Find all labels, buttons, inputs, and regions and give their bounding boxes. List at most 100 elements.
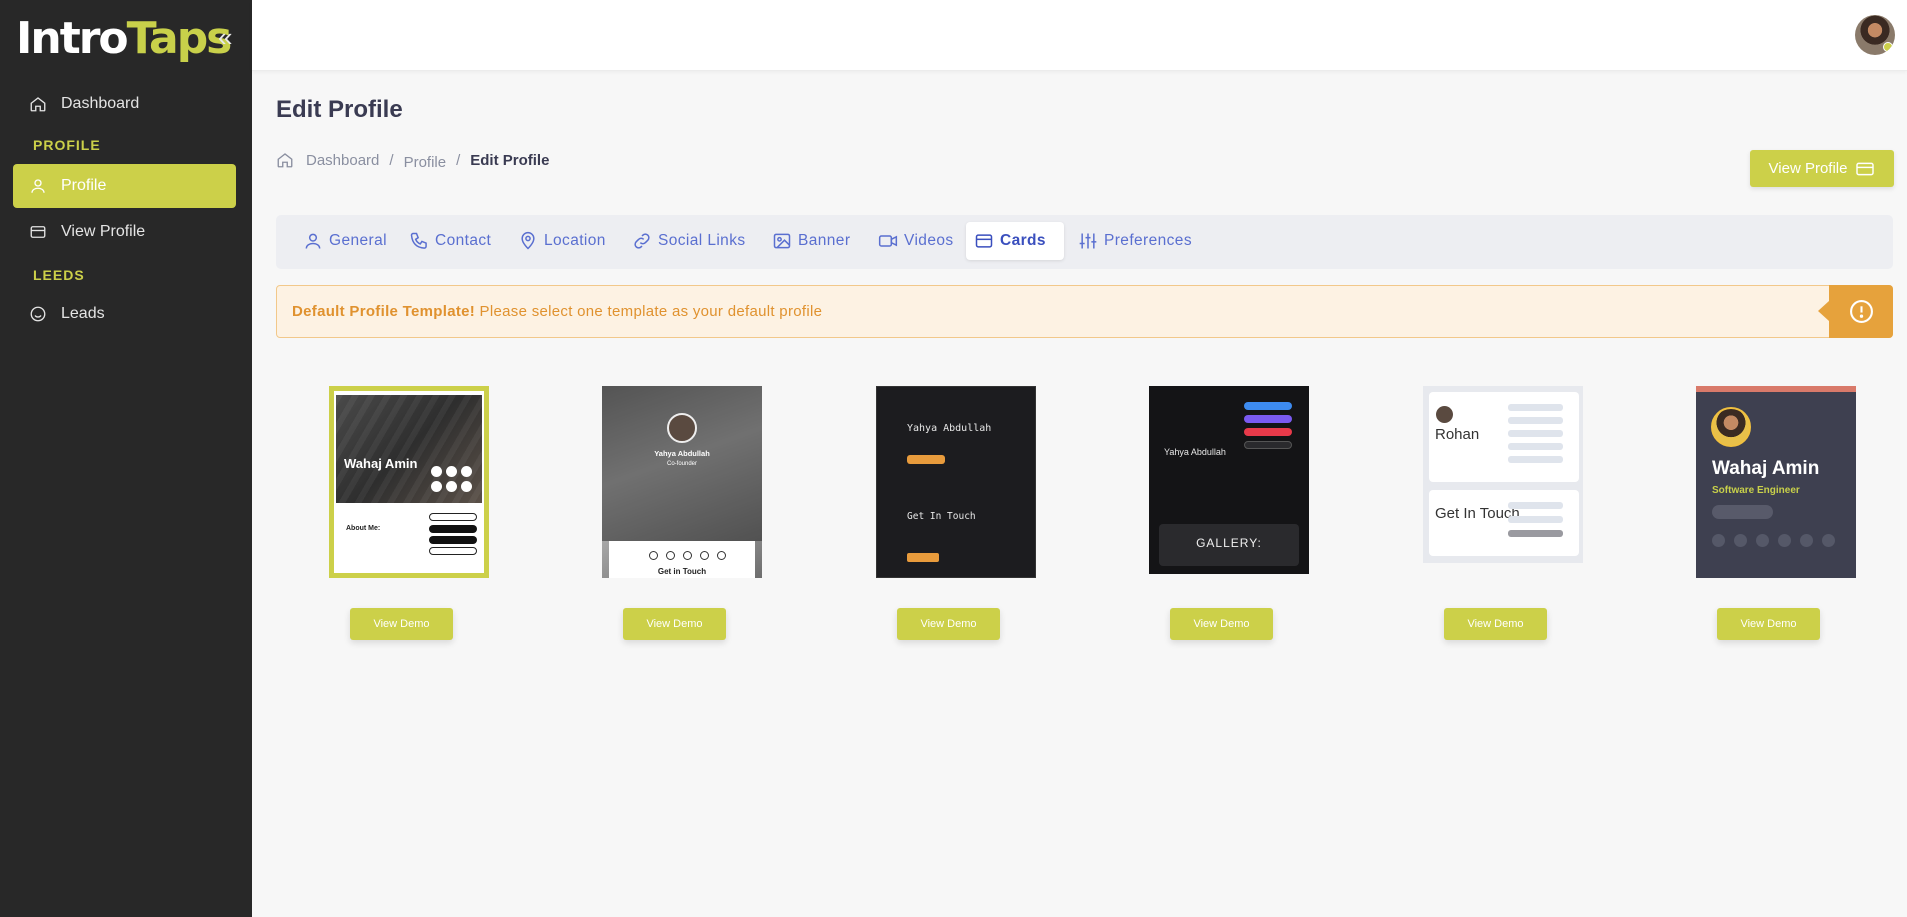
template-panel [1429, 490, 1579, 556]
template-button [907, 553, 939, 562]
alert-text: Default Profile Template! Please select … [292, 303, 822, 320]
card-icon [975, 234, 993, 248]
template-footer-text: Get In Touch [907, 511, 976, 522]
social-icon [461, 466, 472, 477]
template-pill [429, 547, 477, 555]
social-icon [1712, 534, 1725, 547]
alert-message: Please select one template as your defau… [475, 303, 823, 320]
tab-label: Banner [798, 232, 851, 249]
social-icon [1734, 534, 1747, 547]
social-icon [446, 466, 457, 477]
profile-tabs: General Contact Location Social Links Ba… [276, 215, 1893, 269]
template-name: Yahya Abdullah [907, 423, 992, 434]
template-thumbnail-4[interactable]: Yahya Abdullah GALLERY: [1149, 386, 1309, 574]
template-thumbnail-5[interactable]: Rohan Get In Touch [1423, 386, 1583, 563]
template-thumbnail-6[interactable]: Wahaj Amin Software Engineer [1696, 386, 1856, 578]
sidebar-item-label: Dashboard [61, 95, 140, 112]
template-thumbnail-3[interactable]: Yahya Abdullah Get In Touch [876, 386, 1036, 578]
tab-contact[interactable]: Contact [401, 222, 499, 260]
view-demo-button-5[interactable]: View Demo [1444, 608, 1547, 640]
tab-label: Social Links [658, 232, 746, 249]
template-tag [907, 455, 945, 464]
template-link-bar [1244, 441, 1292, 449]
tab-label: Contact [435, 232, 492, 249]
social-icon [1756, 534, 1769, 547]
tab-preferences[interactable]: Preferences [1070, 222, 1200, 260]
breadcrumb: Dashboard / Profile / Edit Profile [276, 151, 549, 171]
sidebar-section-profile: PROFILE [33, 137, 101, 153]
view-profile-button[interactable]: View Profile [1750, 150, 1894, 187]
logo-intro: Intro [16, 13, 129, 64]
tab-label: Preferences [1104, 232, 1192, 249]
default-template-alert: Default Profile Template! Please select … [276, 285, 1893, 338]
tab-label: Location [544, 232, 606, 249]
tab-general[interactable]: General [295, 222, 395, 260]
sidebar-item-dashboard[interactable]: Dashboard [13, 82, 236, 126]
link-icon [634, 233, 650, 249]
sidebar-item-profile[interactable]: Profile [13, 164, 236, 208]
social-icon [1778, 534, 1791, 547]
template-about-heading: About Me: [346, 525, 381, 532]
breadcrumb-separator: / [456, 151, 461, 169]
view-demo-button-3[interactable]: View Demo [897, 608, 1000, 640]
breadcrumb-separator: / [389, 151, 394, 169]
template-thumbnail-2[interactable]: Yahya Abdullah Co-founder Get in Touch [602, 386, 762, 578]
template-role: Software Engineer [1712, 485, 1800, 496]
tab-videos[interactable]: Videos [870, 222, 962, 260]
social-icon [700, 551, 709, 560]
template-row [1508, 530, 1563, 537]
alert-strong: Default Profile Template! [292, 303, 476, 320]
template-row [1508, 516, 1563, 523]
intrataps-logo[interactable]: IntroTaps [16, 12, 232, 66]
social-icon [666, 551, 675, 560]
sidebar-item-label: Profile [61, 177, 107, 194]
template-footer-text: Get in Touch [657, 567, 707, 576]
card-icon [30, 226, 46, 238]
card-icon [1856, 162, 1875, 175]
template-save-pill [1712, 505, 1773, 519]
view-demo-button-6[interactable]: View Demo [1717, 608, 1820, 640]
sidebar-item-label: Leads [61, 305, 105, 322]
template-pill [429, 513, 477, 521]
sidebar-section-leeds: LEEDS [33, 267, 85, 283]
tab-cards[interactable]: Cards [966, 222, 1064, 260]
template-link-bar [1244, 428, 1292, 436]
template-stripe [1696, 386, 1856, 392]
collapse-sidebar-icon[interactable]: « [218, 24, 232, 50]
template-footer: Get in Touch [609, 541, 755, 578]
view-demo-button-2[interactable]: View Demo [623, 608, 726, 640]
breadcrumb-dashboard[interactable]: Dashboard [306, 152, 379, 169]
view-demo-button-4[interactable]: View Demo [1170, 608, 1273, 640]
tab-label: Videos [904, 232, 954, 249]
breadcrumb-profile[interactable]: Profile [404, 154, 447, 171]
video-icon [878, 235, 898, 247]
tab-banner[interactable]: Banner [764, 222, 858, 260]
social-icon [431, 466, 442, 477]
template-row [1508, 443, 1563, 450]
phone-icon [410, 232, 427, 249]
tab-social-links[interactable]: Social Links [624, 222, 754, 260]
sidebar: IntroTaps « Dashboard PROFILE Profile Vi… [0, 0, 252, 917]
template-row [1508, 417, 1563, 424]
template-thumbnail-1[interactable]: Wahaj Amin About Me: [329, 386, 489, 578]
tab-location[interactable]: Location [510, 222, 614, 260]
top-bar [252, 0, 1907, 71]
sidebar-item-label: View Profile [61, 223, 146, 240]
alert-circle-icon [1850, 300, 1873, 323]
social-icon [431, 481, 442, 492]
home-icon [30, 97, 46, 112]
view-demo-button-1[interactable]: View Demo [350, 608, 453, 640]
tab-label: Cards [1000, 232, 1046, 249]
tab-label: General [329, 232, 387, 249]
sidebar-item-view-profile[interactable]: View Profile [13, 210, 236, 254]
template-name: Yahya Abdullah [654, 449, 710, 458]
template-name: Wahaj Amin [344, 456, 418, 471]
social-icon [446, 481, 457, 492]
user-icon [31, 179, 45, 193]
template-pill [429, 525, 477, 533]
template-row [1508, 430, 1563, 437]
sidebar-item-leads[interactable]: Leads [13, 292, 236, 336]
social-icon [461, 481, 472, 492]
user-avatar[interactable] [1855, 15, 1895, 55]
template-name: Wahaj Amin [1712, 458, 1820, 479]
